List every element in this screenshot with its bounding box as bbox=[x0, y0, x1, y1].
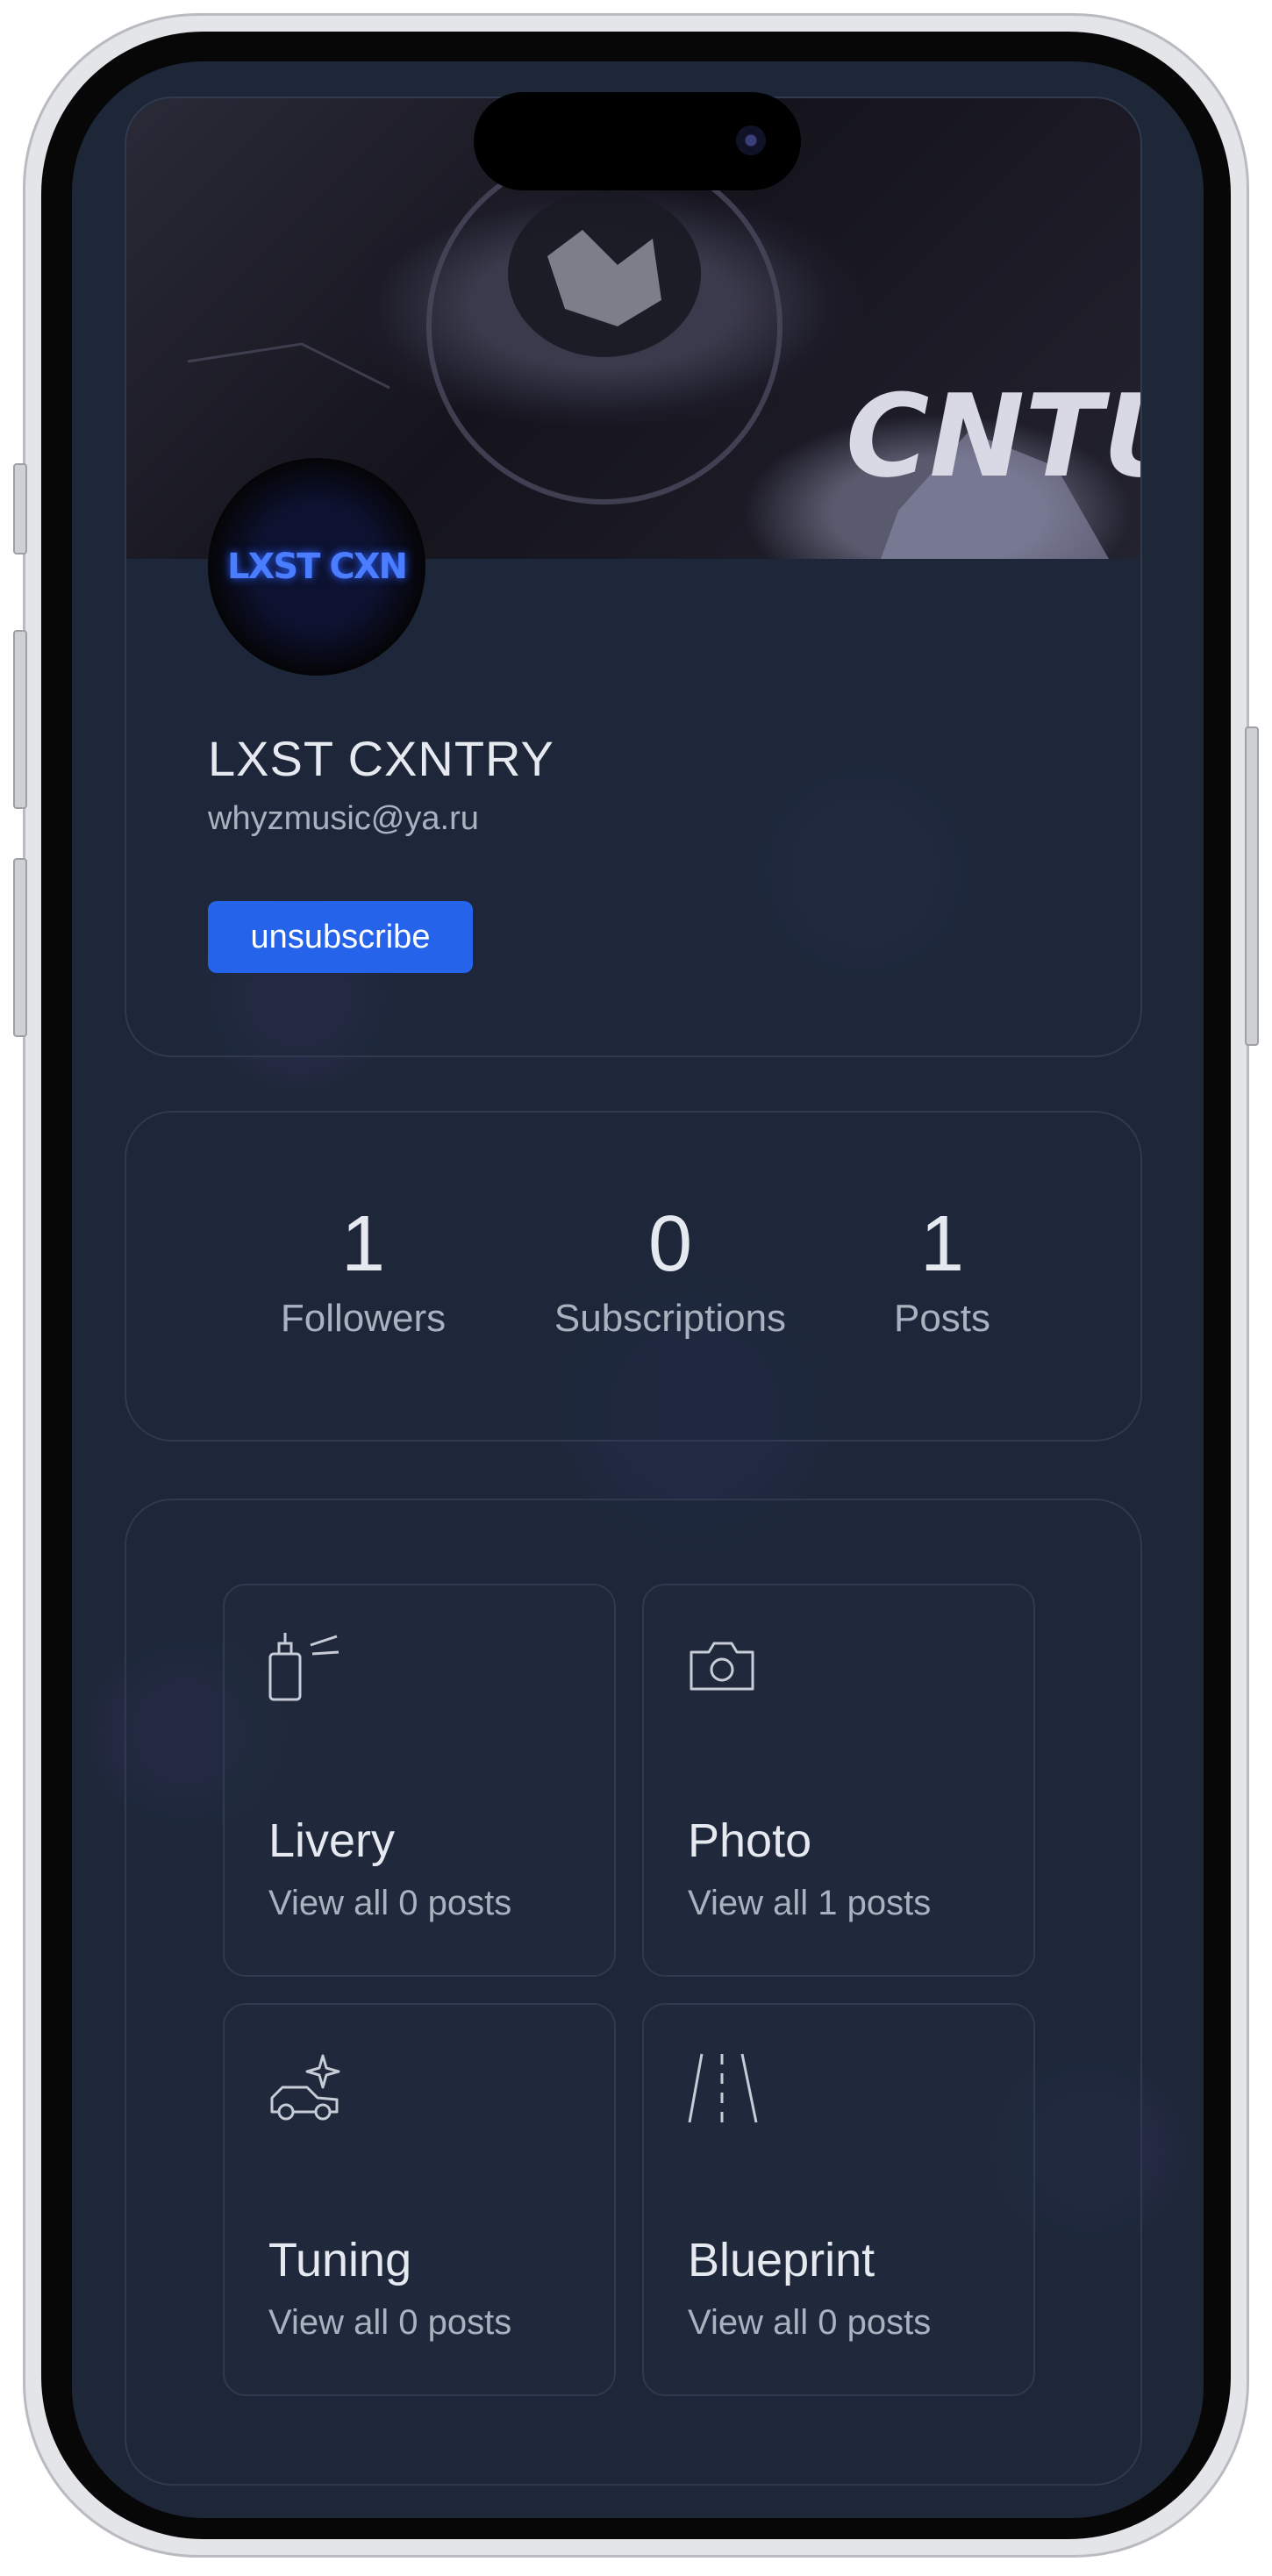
action-button bbox=[13, 463, 27, 555]
avatar-text: LXST CXN bbox=[226, 547, 408, 587]
stat-followers[interactable]: 1 Followers bbox=[275, 1200, 451, 1341]
camera-icon bbox=[690, 1642, 754, 1691]
stat-subscriptions[interactable]: 0 Subscriptions bbox=[539, 1200, 802, 1341]
posts-label: Posts bbox=[893, 1297, 991, 1340]
category-subtitle: View all 0 posts bbox=[268, 1884, 512, 1922]
volume-up-button bbox=[13, 630, 27, 809]
spray-can-icon bbox=[268, 1633, 339, 1701]
category-title: Blueprint bbox=[688, 2234, 875, 2286]
category-blueprint[interactable]: Blueprint View all 0 posts bbox=[642, 2003, 1035, 2396]
subscriptions-label: Subscriptions bbox=[554, 1297, 787, 1340]
dynamic-island bbox=[474, 92, 801, 190]
category-livery[interactable]: Livery View all 0 posts bbox=[223, 1584, 616, 1977]
banner-text: CNTU bbox=[846, 369, 1142, 503]
posts-count: 1 bbox=[919, 1200, 965, 1288]
volume-down-button bbox=[13, 858, 27, 1037]
category-subtitle: View all 0 posts bbox=[268, 2303, 512, 2342]
category-title: Livery bbox=[268, 1814, 396, 1867]
categories-card: Livery View all 0 posts Photo View all 1… bbox=[125, 1499, 1142, 2486]
category-subtitle: View all 1 posts bbox=[688, 1884, 932, 1922]
front-camera-icon bbox=[736, 125, 766, 155]
unsubscribe-button[interactable]: unsubscribe bbox=[208, 901, 473, 973]
category-tuning[interactable]: Tuning View all 0 posts bbox=[223, 2003, 616, 2396]
category-subtitle: View all 0 posts bbox=[688, 2303, 932, 2342]
category-photo[interactable]: Photo View all 1 posts bbox=[642, 1584, 1035, 1977]
stat-posts[interactable]: 1 Posts bbox=[881, 1200, 1004, 1341]
category-title: Photo bbox=[688, 1814, 812, 1867]
road-icon bbox=[688, 2053, 758, 2123]
stats-card: 1 Followers 0 Subscriptions 1 Posts bbox=[125, 1111, 1142, 1442]
power-button bbox=[1245, 726, 1259, 1046]
profile-card: CNTU LXST CXN LXST CXNTRY whyzmusic@ya.r… bbox=[125, 97, 1142, 1057]
followers-label: Followers bbox=[280, 1297, 447, 1340]
subscriptions-count: 0 bbox=[647, 1200, 693, 1288]
profile-name: LXST CXNTRY bbox=[208, 731, 554, 786]
car-sparkle-icon bbox=[270, 2054, 340, 2121]
profile-email: whyzmusic@ya.ru bbox=[208, 800, 479, 837]
followers-count: 1 bbox=[340, 1200, 386, 1288]
category-title: Tuning bbox=[268, 2234, 412, 2286]
avatar[interactable]: LXST CXN bbox=[208, 458, 425, 676]
screen: CNTU LXST CXN LXST CXNTRY whyzmusic@ya.r… bbox=[72, 61, 1204, 2518]
